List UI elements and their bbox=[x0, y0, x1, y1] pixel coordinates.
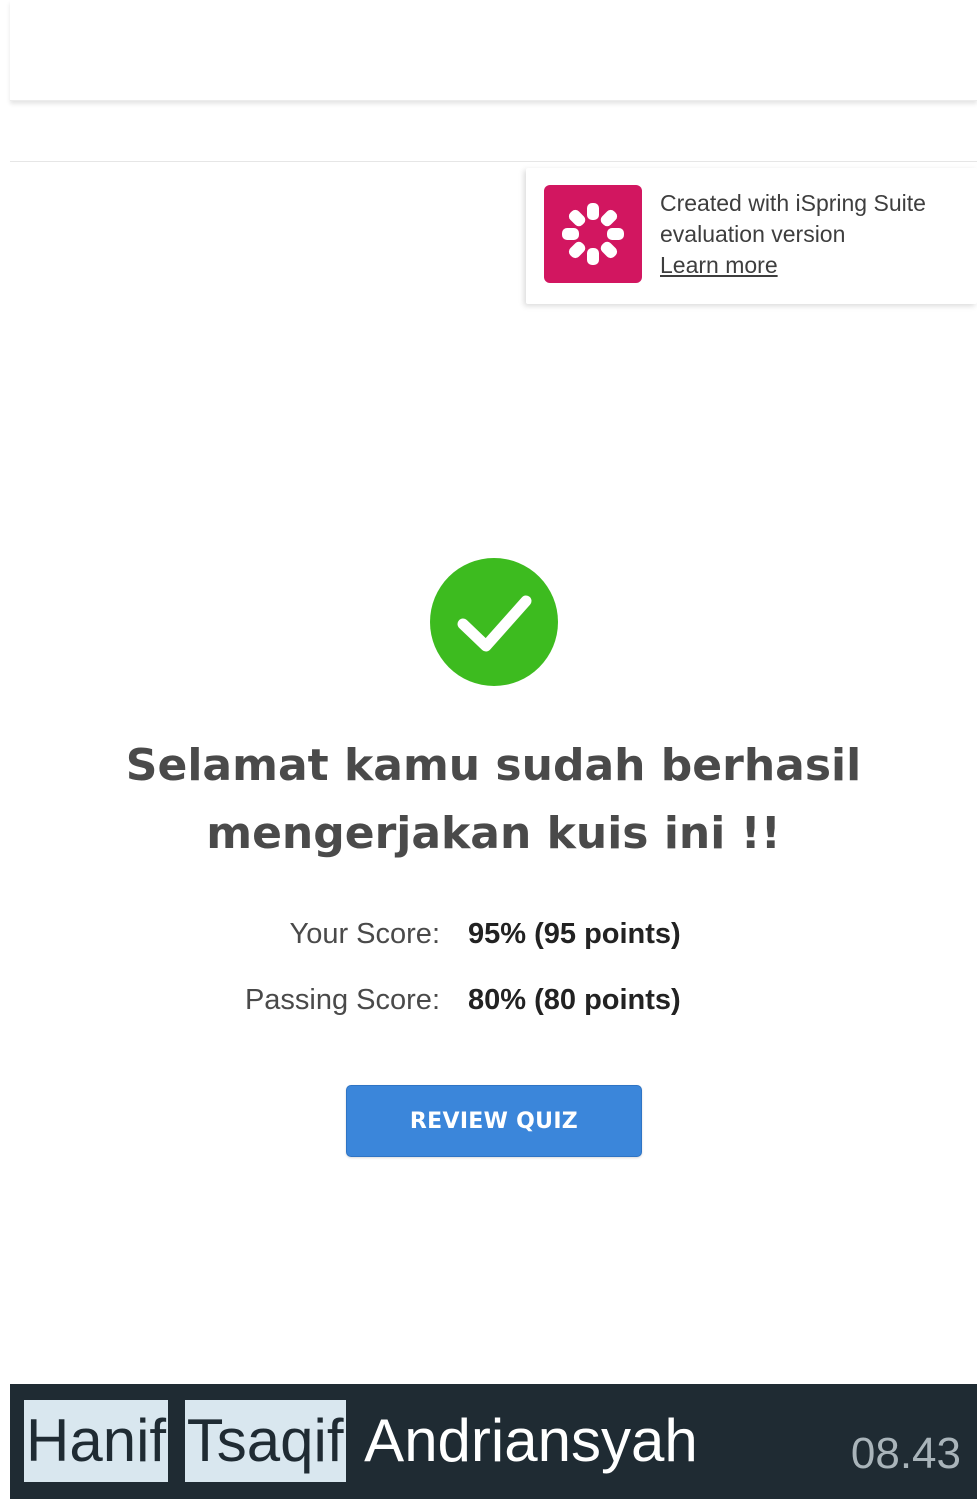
learn-more-link[interactable]: Learn more bbox=[660, 250, 960, 281]
top-toolbar bbox=[10, 0, 977, 101]
review-quiz-button[interactable]: REVIEW QUIZ bbox=[346, 1085, 642, 1157]
your-score-label: Your Score: bbox=[289, 918, 440, 950]
timestamp: 08.43 bbox=[850, 1429, 961, 1478]
headline-line-1: Selamat kamu sudah berhasil bbox=[125, 740, 862, 791]
caption-bar: Hanif Tsaqif Andriansyah 08.43 bbox=[10, 1384, 977, 1499]
sender-name: Hanif Tsaqif Andriansyah bbox=[24, 1400, 700, 1484]
ispring-logo-icon bbox=[544, 185, 642, 283]
banner-line-1: Created with iSpring Suite bbox=[660, 190, 926, 216]
quiz-result-screen: Created with iSpring Suite evaluation ve… bbox=[0, 0, 977, 1499]
checkmark-icon bbox=[430, 558, 558, 686]
divider bbox=[10, 161, 977, 162]
name-first: Hanif bbox=[24, 1400, 169, 1482]
passing-score-row: Passing Score: 80% (80 points) bbox=[10, 980, 977, 1020]
passing-score-label: Passing Score: bbox=[244, 984, 440, 1016]
headline-line-2: mengerjakan kuis ini !! bbox=[206, 808, 781, 859]
result-headline: Selamat kamu sudah berhasil mengerjakan … bbox=[10, 732, 977, 868]
your-score-row: Your Score: 95% (95 points) bbox=[10, 914, 977, 954]
name-middle: Tsaqif bbox=[184, 1400, 346, 1482]
your-score-value: 95% (95 points) bbox=[468, 918, 681, 950]
banner-line-2: evaluation version bbox=[660, 221, 846, 247]
passing-score-value: 80% (80 points) bbox=[468, 984, 681, 1016]
ispring-evaluation-banner: Created with iSpring Suite evaluation ve… bbox=[526, 168, 977, 304]
name-last: Andriansyah bbox=[364, 1407, 698, 1474]
